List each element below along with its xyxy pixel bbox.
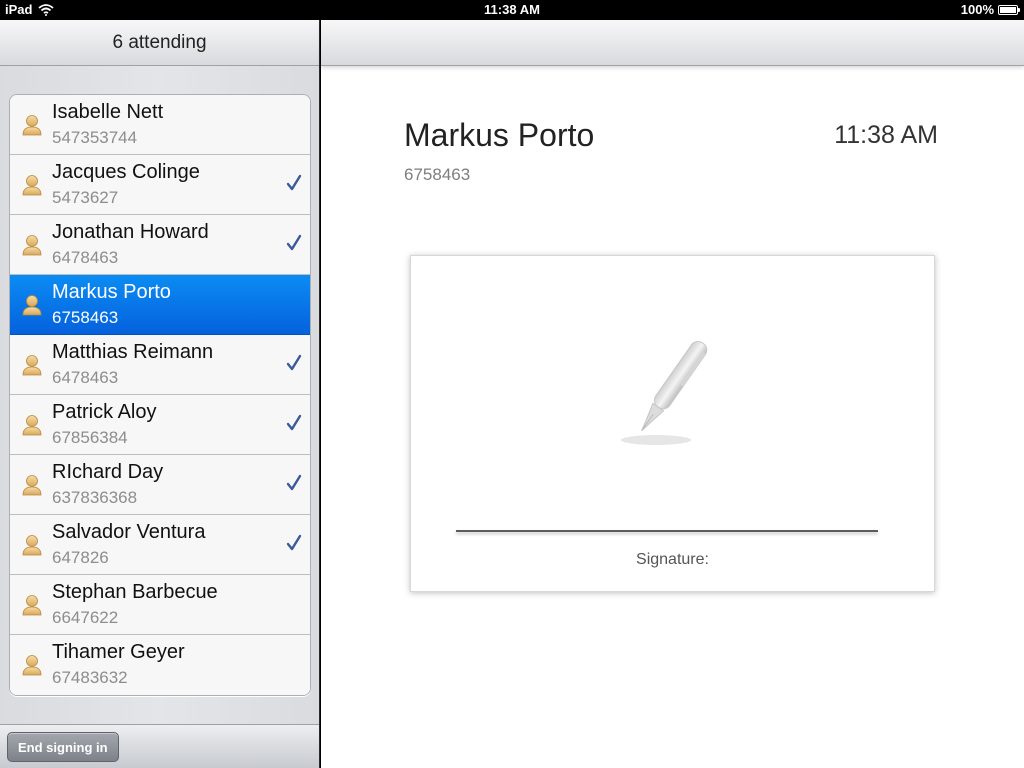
attendee-row-name: RIchard Day	[52, 461, 164, 483]
pen-icon	[621, 340, 708, 445]
person-icon	[22, 355, 42, 376]
attendee-row-name: Markus Porto	[52, 281, 171, 303]
person-icon	[22, 535, 42, 556]
checkmark-icon	[286, 474, 302, 491]
attendee-row-name: Jacques Colinge	[52, 161, 200, 183]
battery-icon	[998, 4, 1020, 15]
attendee-row-name: Tihamer Geyer	[52, 641, 185, 663]
checkmark-icon	[286, 354, 302, 371]
attendee-row-name: Salvador Ventura	[52, 521, 206, 543]
attendee-panel-toolbar: End signing in	[0, 724, 319, 768]
attendee-row-number: 647826	[52, 548, 109, 567]
attendee-row-number: 637836368	[52, 488, 138, 507]
attendee-list: Isabelle Nett 547353744 Jacques Colinge 547…	[9, 94, 311, 696]
attendee-row[interactable]: RIchard Day 637836368	[10, 455, 310, 515]
attendee-row-name: Jonathan Howard	[52, 221, 209, 243]
person-icon	[22, 655, 42, 676]
person-icon	[22, 175, 42, 196]
attendee-row[interactable]: Markus Porto 6758463	[10, 275, 310, 335]
person-icon	[22, 475, 42, 496]
person-icon	[22, 295, 42, 316]
attendee-row[interactable]: Matthias Reimann 6478463	[10, 335, 310, 395]
attendee-name: Markus Porto	[404, 117, 595, 153]
checkmark-icon	[286, 174, 302, 191]
attendee-row-name: Patrick Aloy	[52, 401, 157, 423]
detail-panel: Markus Porto 6758463 11:38 AM Signature:	[321, 20, 1024, 768]
attendee-row-number: 67483632	[52, 668, 128, 687]
attendee-row[interactable]: Isabelle Nett 547353744	[10, 95, 310, 155]
attendee-row-number: 6758463	[52, 308, 119, 327]
end-signing-in-button[interactable]: End signing in	[7, 732, 119, 762]
detail-header	[321, 20, 1024, 66]
attendee-number: 6758463	[404, 165, 471, 184]
attendee-row-number: 6647622	[52, 608, 119, 627]
attendee-row-name: Stephan Barbecue	[52, 581, 218, 603]
battery-percent: 100%	[960, 2, 994, 17]
attendee-row-name: Matthias Reimann	[52, 341, 214, 363]
status-bar: iPad 11:38 AM 100%	[0, 0, 1024, 20]
status-right: 100%	[960, 2, 1020, 17]
attendee-row-number: 547353744	[52, 128, 138, 147]
checkmark-icon	[286, 234, 302, 251]
current-time: 11:38 AM	[834, 121, 938, 149]
attendee-row[interactable]: Jonathan Howard 6478463	[10, 215, 310, 275]
attendee-panel: 6 attending Isabelle Nett 547353744 Jacque…	[0, 20, 320, 768]
attendee-row[interactable]: Tihamer Geyer 67483632	[10, 635, 310, 695]
person-icon	[22, 415, 42, 436]
person-icon	[22, 595, 42, 616]
attendee-row-number: 6478463	[52, 368, 119, 387]
status-time: 11:38 AM	[484, 2, 540, 17]
attendee-row[interactable]: Jacques Colinge 5473627	[10, 155, 310, 215]
person-icon	[22, 235, 42, 256]
attendee-panel-body: Isabelle Nett 547353744 Jacques Colinge 547…	[0, 66, 319, 724]
checkmark-icon	[286, 534, 302, 551]
signature-label: Signature:	[636, 551, 709, 568]
person-icon	[22, 115, 42, 136]
attendee-row-number: 67856384	[52, 428, 128, 447]
attendee-count-title: 6 attending	[112, 31, 207, 53]
attendee-row[interactable]: Patrick Aloy 67856384	[10, 395, 310, 455]
attendee-row[interactable]: Salvador Ventura 647826	[10, 515, 310, 575]
attendee-row-number: 6478463	[52, 248, 119, 267]
attendee-panel-header: 6 attending	[0, 20, 319, 66]
signature-line	[456, 530, 878, 532]
signature-pad[interactable]: Signature:	[410, 255, 935, 592]
attendee-row-name: Isabelle Nett	[52, 101, 164, 123]
attendee-row-number: 5473627	[52, 188, 119, 207]
attendee-row[interactable]: Stephan Barbecue 6647622	[10, 575, 310, 635]
checkmark-icon	[286, 414, 302, 431]
